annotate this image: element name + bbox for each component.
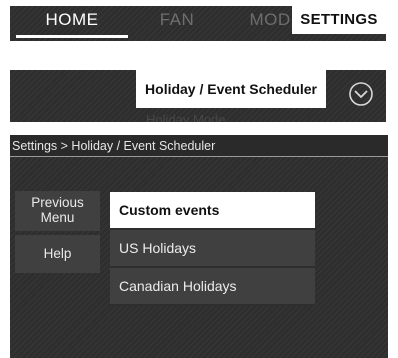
tab-settings[interactable]: SETTINGS	[292, 6, 386, 34]
list-item-us-holidays[interactable]: US Holidays	[110, 230, 315, 268]
holiday-scheduler-screen: Settings > Holiday / Event Scheduler Pre…	[10, 135, 388, 358]
breadcrumb: Settings > Holiday / Event Scheduler	[10, 135, 388, 157]
list-item-canadian-holidays[interactable]: Canadian Holidays	[110, 268, 315, 306]
previous-menu-label: Previous Menu	[31, 195, 84, 225]
help-button[interactable]: Help	[15, 235, 100, 273]
top-tab-bar: HOME FAN MODE SETTINGS	[10, 6, 386, 41]
menu-option-holiday-event-scheduler[interactable]: Holiday / Event Scheduler	[136, 70, 326, 108]
tab-fan[interactable]: FAN	[132, 6, 222, 34]
tab-home[interactable]: HOME	[18, 6, 126, 34]
previous-menu-button[interactable]: Previous Menu	[15, 191, 100, 231]
settings-menu-strip: Holiday / Event Scheduler Holiday Mode	[10, 70, 386, 122]
home-tab-underline	[16, 35, 128, 38]
holiday-options-list: Custom events US Holidays Canadian Holid…	[110, 192, 315, 306]
menu-option-next-partial: Holiday Mode	[146, 112, 226, 122]
list-item-custom-events[interactable]: Custom events	[110, 192, 315, 230]
chevron-down-icon[interactable]	[348, 81, 374, 107]
